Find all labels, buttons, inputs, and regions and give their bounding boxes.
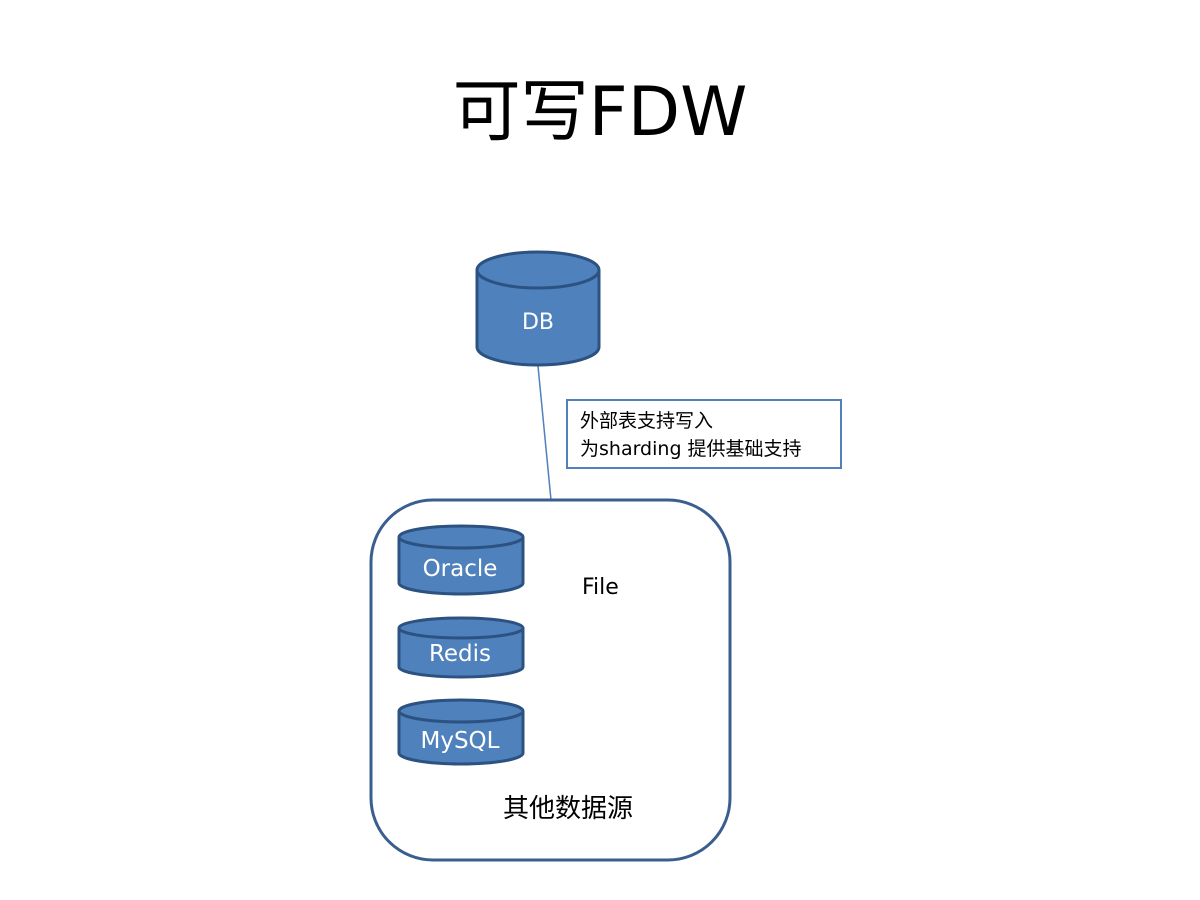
- db-cylinder[interactable]: DB: [475, 250, 601, 367]
- oracle-label: Oracle: [423, 556, 498, 582]
- db-cylinder-top: [475, 250, 601, 290]
- oracle-cylinder-top: [397, 524, 525, 550]
- callout-line-1: 外部表支持写入: [580, 410, 714, 432]
- data-sources-label: 其他数据源: [503, 794, 633, 824]
- oracle-cylinder[interactable]: Oracle: [397, 524, 525, 596]
- connector-line: [537, 365, 552, 501]
- callout-line-2: 为sharding 提供基础支持: [580, 438, 802, 460]
- db-label: DB: [522, 310, 554, 335]
- mysql-cylinder-top: [397, 698, 525, 724]
- redis-cylinder[interactable]: Redis: [397, 616, 525, 679]
- file-label: File: [582, 575, 619, 600]
- redis-cylinder-top: [397, 616, 525, 640]
- callout-box: 外部表支持写入 为sharding 提供基础支持: [566, 399, 842, 469]
- mysql-label: MySQL: [421, 728, 500, 754]
- redis-label: Redis: [429, 641, 491, 667]
- mysql-cylinder[interactable]: MySQL: [397, 698, 525, 766]
